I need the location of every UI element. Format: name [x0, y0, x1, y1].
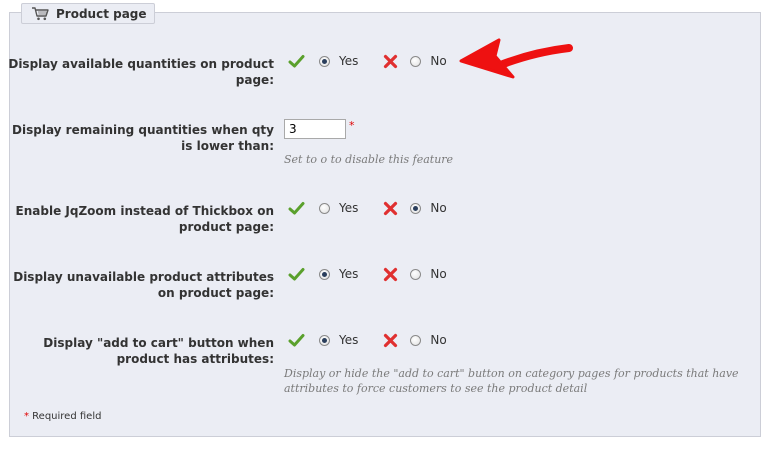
- cross-icon: [384, 54, 398, 68]
- label-display-available-quantities: Display available quantities on product …: [2, 56, 274, 88]
- radio-no[interactable]: [410, 334, 422, 346]
- radio-no[interactable]: [410, 55, 422, 67]
- radio-yes[interactable]: [319, 55, 330, 67]
- option-no-label: No: [430, 267, 447, 281]
- label-line: is lower than:: [181, 139, 274, 153]
- label-line: on product page:: [157, 286, 274, 300]
- label-line: Display unavailable product attributes: [13, 270, 274, 284]
- option-yes-label: Yes: [339, 54, 359, 68]
- check-icon: [288, 333, 305, 346]
- label-line: Display remaining quantities when qty: [12, 123, 274, 137]
- option-no-label: No: [430, 201, 447, 215]
- label-enable-jqzoom: Enable JqZoom instead of Thickbox on pro…: [2, 203, 274, 235]
- required-field-text: Required field: [29, 411, 102, 422]
- remaining-quantity-hint: Set to o to disable this feature: [284, 153, 454, 166]
- section-legend: Product page: [21, 3, 155, 24]
- label-line: page:: [235, 73, 274, 87]
- label-line: Enable JqZoom instead of Thickbox on: [15, 204, 274, 218]
- label-add-to-cart-button: Display "add to cart" button when produc…: [2, 335, 274, 367]
- shopping-cart-icon: [32, 6, 49, 20]
- options-display-available-quantities: Yes No: [288, 52, 447, 70]
- hint-line: attributes to force customers to see the…: [284, 382, 588, 395]
- options-add-to-cart-button: Yes No: [288, 331, 447, 349]
- section-title: Product page: [56, 6, 147, 21]
- hint-line: Display or hide the "add to cart" button…: [284, 367, 739, 380]
- options-unavailable-attributes: Yes No: [288, 265, 447, 283]
- radio-yes[interactable]: [319, 334, 330, 346]
- label-line: Display available quantities on product: [8, 57, 274, 71]
- option-no-label: No: [430, 54, 447, 68]
- label-line: Display "add to cart" button when: [43, 336, 274, 350]
- cross-icon: [384, 201, 398, 215]
- radio-no[interactable]: [410, 268, 422, 280]
- add-to-cart-hint: Display or hide the "add to cart" button…: [284, 366, 739, 396]
- required-marker: *: [349, 119, 355, 132]
- check-icon: [288, 201, 305, 214]
- option-yes-label: Yes: [339, 333, 359, 347]
- option-yes-label: Yes: [339, 201, 359, 215]
- option-no-label: No: [430, 333, 447, 347]
- required-field-note: * Required field: [24, 411, 101, 422]
- label-unavailable-attributes: Display unavailable product attributes o…: [2, 269, 274, 301]
- radio-no[interactable]: [410, 202, 422, 214]
- options-enable-jqzoom: Yes No: [288, 199, 447, 217]
- label-line: product page:: [178, 220, 274, 234]
- option-yes-label: Yes: [339, 267, 359, 281]
- check-icon: [288, 267, 305, 280]
- label-line: product has attributes:: [116, 352, 274, 366]
- remaining-quantity-input[interactable]: [284, 119, 346, 139]
- label-remaining-quantities: Display remaining quantities when qty is…: [2, 122, 274, 154]
- radio-yes[interactable]: [319, 202, 330, 214]
- cross-icon: [384, 267, 398, 281]
- annotation-arrow-icon: [459, 38, 573, 79]
- cross-icon: [384, 333, 398, 347]
- check-icon: [288, 54, 305, 67]
- radio-yes[interactable]: [319, 268, 330, 280]
